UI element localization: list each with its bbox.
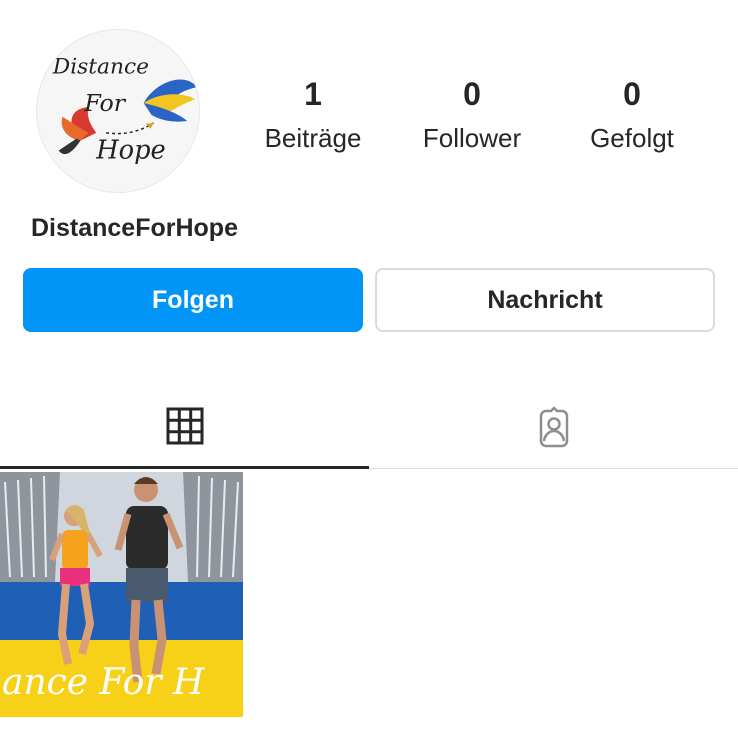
following-count: 0 [623, 76, 641, 112]
profile-username: DistanceForHope [31, 214, 238, 242]
following-label: Gefolgt [590, 123, 674, 153]
profile-avatar[interactable]: Distance For Hope [36, 29, 200, 193]
posts-count-stat: 1 Beiträge [238, 76, 388, 154]
post-thumbnail[interactable]: ance For H [0, 472, 243, 717]
distance-for-hope-logo: Distance For Hope [37, 30, 199, 192]
following-stat[interactable]: 0 Gefolgt [557, 76, 707, 154]
post-image: ance For H [0, 472, 243, 717]
tab-tagged[interactable] [369, 385, 738, 469]
followers-label: Follower [422, 123, 522, 153]
message-button[interactable]: Nachricht [375, 268, 715, 332]
posts-label: Beiträge [264, 123, 362, 153]
followers-count: 0 [463, 76, 481, 112]
tagged-person-icon [539, 405, 568, 447]
tab-posts-grid[interactable] [0, 385, 369, 469]
grid-icon [166, 407, 203, 444]
posts-count: 1 [304, 76, 322, 112]
post-caption-overlay: ance For H [2, 662, 205, 703]
svg-text:Hope: Hope [95, 135, 165, 165]
svg-text:Distance: Distance [52, 54, 149, 79]
followers-stat[interactable]: 0 Follower [397, 76, 547, 154]
svg-text:For: For [83, 89, 126, 117]
follow-button[interactable]: Folgen [23, 268, 363, 332]
